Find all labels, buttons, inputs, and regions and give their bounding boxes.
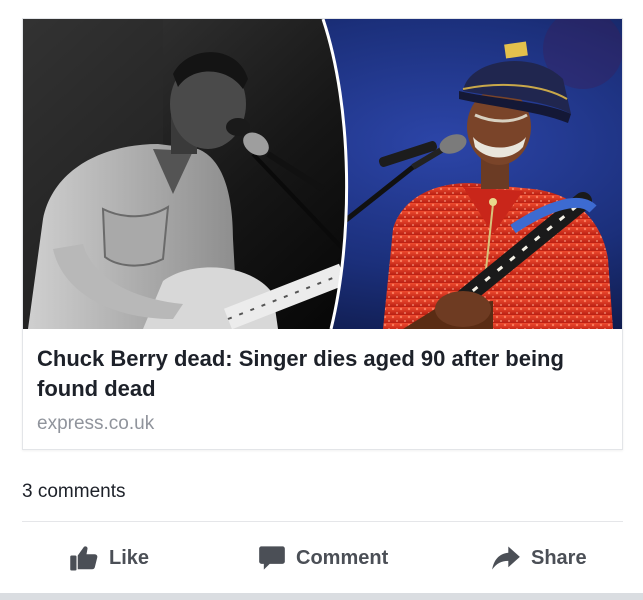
link-text-block: Chuck Berry dead: Singer dies aged 90 af… [37,344,607,436]
comment-label: Comment [296,546,389,569]
article-headline[interactable]: Chuck Berry dead: Singer dies aged 90 af… [37,344,607,404]
article-domain: express.co.uk [37,413,155,434]
share-arrow-icon [491,544,521,572]
share-button[interactable]: Share [491,530,587,586]
feed-separator [0,593,643,600]
article-image[interactable] [23,19,622,329]
comment-button[interactable]: Comment [258,530,388,586]
comments-count-link[interactable]: 3 comments [22,480,125,504]
link-preview-card[interactable]: Chuck Berry dead: Singer dies aged 90 af… [22,18,623,450]
actions-divider [22,521,623,522]
speech-bubble-icon [258,544,286,572]
share-label: Share [531,546,587,569]
like-button[interactable]: Like [69,530,149,586]
post-action-bar: Like Comment Share [0,530,643,586]
feed-post: Chuck Berry dead: Singer dies aged 90 af… [0,0,643,600]
like-label: Like [109,546,150,569]
thumbs-up-icon [69,543,99,573]
